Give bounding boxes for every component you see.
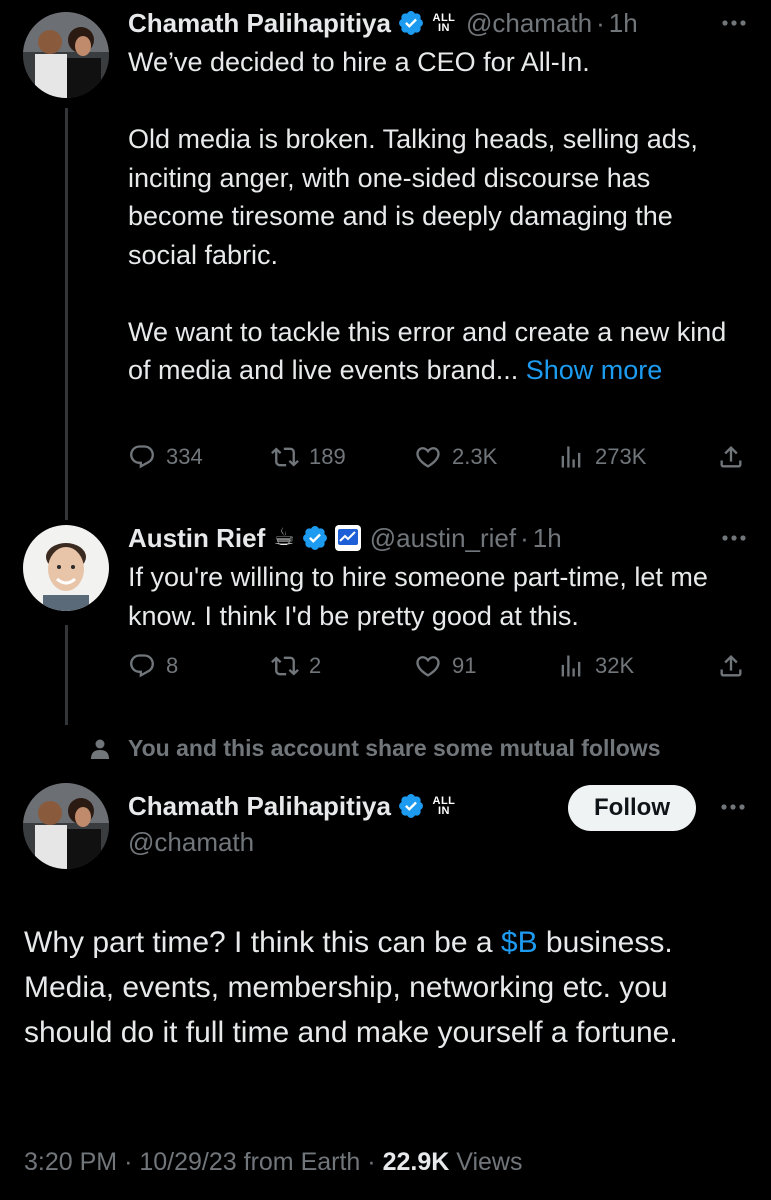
separator: ·: [596, 8, 605, 38]
tweet-1[interactable]: Chamath Palihapitiya ALL IN @chamath · 1…: [128, 5, 747, 390]
more-icon[interactable]: [721, 534, 747, 542]
retweet-count: 189: [309, 444, 346, 469]
reply-icon: [130, 445, 154, 469]
retweet-button[interactable]: 2: [271, 652, 414, 680]
mutual-follows-notice: You and this account share some mutual f…: [88, 735, 661, 762]
avatar-chamath-main-image: [23, 783, 109, 869]
like-button[interactable]: 91: [414, 652, 557, 680]
reply-button[interactable]: 8: [128, 652, 271, 680]
show-more-link[interactable]: Show more: [526, 355, 663, 385]
mutual-follows-text: You and this account share some mutual f…: [128, 735, 661, 761]
more-icon[interactable]: [720, 803, 746, 811]
thread-line-2: [65, 625, 68, 725]
reply-button[interactable]: 334: [128, 443, 271, 471]
share-icon: [720, 446, 742, 468]
avatar-chamath[interactable]: [23, 12, 109, 98]
timestamp[interactable]: 1h: [533, 520, 562, 556]
separator: ·: [367, 1148, 376, 1176]
view-count: 273K: [595, 444, 647, 469]
separator: ·: [520, 523, 529, 553]
reply-count: 334: [166, 444, 203, 469]
main-author-line: Chamath Palihapitiya ALL IN: [128, 788, 458, 824]
views-icon: [561, 446, 581, 468]
author-handle[interactable]: @austin_rief: [370, 520, 516, 556]
cashtag-link[interactable]: $B: [501, 926, 538, 959]
tweet-2-actions: 8 2 91 32K: [128, 652, 745, 680]
tweet-meta: 3:20 PM · 10/29/23 from Earth · 22.9K Vi…: [24, 1148, 522, 1177]
views-count: 22.9K: [382, 1148, 450, 1176]
all-in-badge: ALL IN: [432, 795, 456, 817]
share-icon: [720, 655, 742, 677]
like-count: 2.3K: [452, 444, 498, 469]
affiliate-badge-icon: [334, 525, 361, 551]
paragraph: If you're willing to hire someone part-t…: [128, 562, 708, 631]
tweet-2-text: If you're willing to hire someone part-t…: [128, 558, 747, 635]
author-name[interactable]: Austin Rief: [128, 520, 265, 556]
verified-icon: [399, 794, 423, 818]
main-tweet-header: Chamath Palihapitiya ALL IN @chamath: [128, 788, 458, 860]
avatar-chamath-main[interactable]: [23, 783, 109, 869]
author-handle[interactable]: @chamath: [128, 824, 458, 860]
avatar-chamath-image: [23, 12, 109, 98]
more-icon[interactable]: [721, 19, 747, 27]
author-name[interactable]: Chamath Palihapitiya: [128, 5, 391, 41]
reply-count: 8: [166, 653, 179, 678]
paragraph: We’ve decided to hire a CEO for All-In.: [128, 47, 590, 77]
tweet-source: from Earth: [243, 1148, 361, 1176]
coffee-emoji: ☕: [273, 524, 295, 551]
share-button[interactable]: [717, 443, 745, 471]
all-in-badge: ALL IN: [432, 12, 456, 34]
paragraph: We want to tackle this error and create …: [128, 313, 747, 390]
author-handle[interactable]: @chamath: [466, 5, 592, 41]
verified-icon: [399, 11, 423, 35]
views-icon: [561, 655, 581, 677]
separator: ·: [124, 1148, 133, 1176]
timestamp[interactable]: 1h: [609, 5, 638, 41]
author-name[interactable]: Chamath Palihapitiya: [128, 788, 391, 824]
retweet-icon: [271, 656, 299, 676]
tweet-2[interactable]: Austin Rief ☕ @austin_rief · 1h If you'r…: [128, 520, 747, 635]
avatar-austin-image: [23, 525, 109, 611]
views-button[interactable]: 273K: [557, 443, 700, 471]
tweet-date[interactable]: 10/29/23: [139, 1148, 236, 1176]
like-button[interactable]: 2.3K: [414, 443, 557, 471]
like-icon: [416, 656, 440, 677]
thread-line-1: [65, 108, 68, 520]
retweet-count: 2: [309, 653, 322, 678]
tweet-1-text: We’ve decided to hire a CEO for All-In. …: [128, 43, 747, 390]
person-icon: [91, 739, 109, 759]
share-button[interactable]: [717, 652, 745, 680]
like-count: 91: [452, 653, 477, 678]
retweet-icon: [271, 447, 299, 467]
verified-icon: [302, 526, 327, 550]
tweet-1-header: Chamath Palihapitiya ALL IN @chamath · 1…: [128, 5, 747, 41]
tweet-time[interactable]: 3:20 PM: [24, 1148, 117, 1176]
reply-icon: [130, 654, 154, 678]
tweet-2-header: Austin Rief ☕ @austin_rief · 1h: [128, 520, 747, 556]
main-tweet-text: Why part time? I think this can be a $B …: [24, 920, 747, 1055]
retweet-button[interactable]: 189: [271, 443, 414, 471]
follow-button[interactable]: Follow: [568, 785, 696, 831]
tweet-1-actions: 334 189 2.3K 273K: [128, 443, 745, 471]
view-count: 32K: [595, 653, 635, 678]
views-label: Views: [456, 1148, 523, 1176]
paragraph: Old media is broken. Talking heads, sell…: [128, 124, 698, 270]
text-part: Why part time? I think this can be a: [24, 926, 501, 959]
avatar-austin[interactable]: [23, 525, 109, 611]
like-icon: [416, 447, 440, 468]
views-button[interactable]: 32K: [557, 652, 700, 680]
